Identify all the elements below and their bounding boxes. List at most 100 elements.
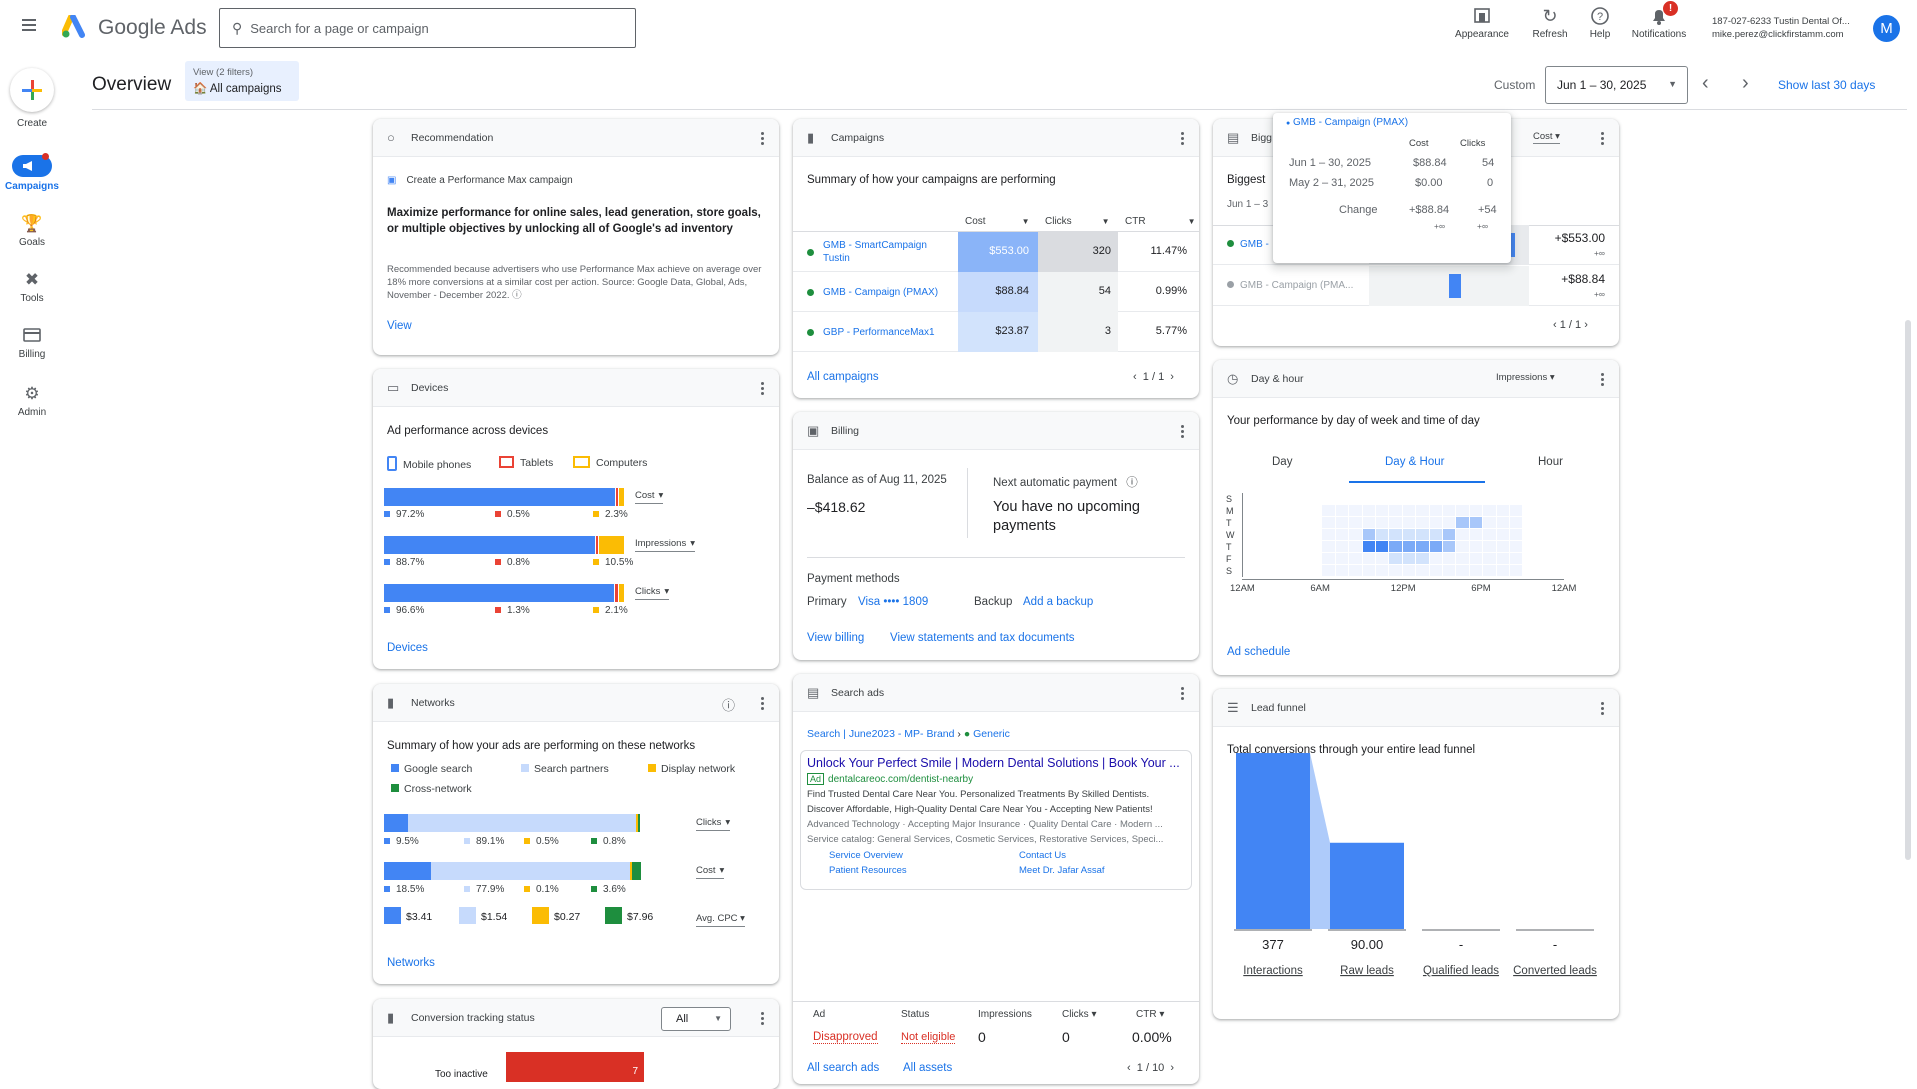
help-icon[interactable]: ⓘ [722, 695, 735, 714]
tab-day[interactable]: Day [1272, 456, 1292, 468]
more-options-icon[interactable] [1181, 423, 1185, 440]
all-search-ads-link[interactable]: All search ads [807, 1062, 879, 1074]
column-ctr[interactable]: CTR ▾ [1136, 1009, 1164, 1020]
view-value-text: All campaigns [209, 83, 282, 95]
table-row[interactable]: GMB - Campaign (PMAX) $88.84 54 0.99% [793, 272, 1199, 312]
show-last-30-days-link[interactable]: Show last 30 days [1778, 78, 1875, 92]
metric-dropdown[interactable]: Cost ▾ [635, 490, 664, 504]
biggest-pager[interactable]: ‹ 1 / 1 › [1553, 319, 1588, 331]
column-cost[interactable]: Cost ▼ [965, 216, 1029, 227]
campaign-name[interactable]: GBP - PerformanceMax1 [807, 316, 947, 348]
next-period-icon[interactable]: › [1742, 72, 1749, 95]
tab-hour[interactable]: Hour [1538, 456, 1563, 468]
view-recommendation-link[interactable]: View [387, 320, 412, 332]
more-options-icon[interactable] [761, 695, 765, 712]
campaign-name[interactable]: GMB - Campaign (PMAX) [807, 276, 947, 308]
metric-dropdown[interactable]: Cost ▾ [1533, 131, 1560, 144]
more-options-icon[interactable] [761, 380, 765, 397]
sitelink[interactable]: Meet Dr. Jafar Assaf [1019, 865, 1105, 876]
more-options-icon[interactable] [1181, 685, 1185, 702]
create-button[interactable]: Create [0, 68, 64, 129]
column-ctr[interactable]: CTR ▼ [1125, 216, 1195, 227]
search-input[interactable]: ⚲ Search for a page or campaign [219, 8, 636, 48]
ad-preview[interactable]: Unlock Your Perfect Smile | Modern Denta… [800, 750, 1192, 890]
heatmap-cell [1456, 529, 1469, 540]
account-name[interactable]: 187-027-6233 Tustin Dental Of... [1712, 16, 1850, 27]
heatmap-cell [1402, 565, 1416, 576]
add-backup-link[interactable]: Add a backup [1023, 596, 1093, 608]
nav-tools[interactable]: ✖ Tools [0, 270, 64, 304]
menu-icon[interactable] [22, 19, 36, 31]
table-row[interactable]: GMB - SmartCampaign Tustin $553.00 320 11.4… [793, 232, 1199, 272]
avg-cpc-dropdown[interactable]: Avg. CPC ▾ [696, 913, 745, 927]
day-label: T [1226, 518, 1232, 528]
statements-link[interactable]: View statements and tax documents [890, 632, 1075, 644]
devices-icon: ▭ [387, 379, 400, 395]
date-range-select[interactable]: Jun 1 – 30, 2025 ▼ [1545, 66, 1688, 104]
ad-schedule-link[interactable]: Ad schedule [1227, 646, 1290, 658]
campaign-name-label: GMB - SmartCampaign Tustin [823, 240, 927, 264]
networks-link[interactable]: Networks [387, 957, 435, 969]
sitelink[interactable]: Service Overview [829, 850, 903, 861]
sitelink[interactable]: Patient Resources [829, 865, 907, 876]
ad-badge: Ad [807, 773, 825, 785]
metric-dropdown[interactable]: Impressions ▾ [635, 538, 695, 552]
appearance-button[interactable]: Appearance [1452, 6, 1512, 40]
ad-status-badge[interactable]: Disapproved [813, 1031, 878, 1044]
caret-down-icon: ▼ [714, 1014, 722, 1023]
row-name-label: GMB - [1240, 239, 1269, 250]
devices-link[interactable]: Devices [387, 642, 428, 654]
more-options-icon[interactable] [761, 130, 765, 147]
nav-billing[interactable]: Billing [0, 327, 64, 360]
heatmap-cell [1510, 505, 1523, 516]
eligibility-status[interactable]: Not eligible [901, 1031, 956, 1044]
metric-dropdown-label: Clicks [635, 586, 661, 597]
breadcrumb-adgroup[interactable]: Generic [973, 728, 1010, 740]
bar-value: 3.6% [591, 884, 626, 895]
column-clicks[interactable]: Clicks ▼ [1045, 216, 1110, 227]
all-campaigns-link[interactable]: All campaigns [807, 371, 879, 383]
metric-dropdown[interactable]: Clicks ▾ [696, 817, 731, 831]
metric-dropdown[interactable]: Clicks ▾ [635, 586, 670, 600]
bar-segment [596, 536, 598, 554]
page-scrollbar[interactable] [1905, 320, 1911, 860]
sitelink[interactable]: Contact Us [1019, 850, 1066, 861]
avatar[interactable]: M [1873, 15, 1900, 42]
status-filter-dropdown[interactable]: All ▼ [661, 1007, 731, 1031]
biggest-row[interactable]: GMB - Campaign (PMA... +$88.84 +∞ [1213, 266, 1619, 306]
metric-dropdown[interactable]: Impressions ▾ [1496, 372, 1555, 383]
heatmap-cell [1376, 553, 1389, 564]
help-icon[interactable]: ⓘ [512, 290, 522, 301]
nav-campaigns[interactable]: Campaigns [0, 153, 64, 192]
recommendation-item[interactable]: ▣ Create a Performance Max campaign [387, 175, 573, 186]
help-icon[interactable]: ⓘ [1126, 477, 1138, 489]
nav-admin[interactable]: ⚙ Admin [0, 384, 64, 418]
primary-card-link[interactable]: Visa •••• 1809 [858, 596, 928, 608]
table-row[interactable]: GBP - PerformanceMax1 $23.87 3 5.77% [793, 312, 1199, 352]
help-button[interactable]: ? Help [1570, 6, 1630, 40]
search-ads-pager[interactable]: ‹ 1 / 10 › [1127, 1062, 1174, 1074]
heatmap-cell [1496, 565, 1509, 576]
account-email[interactable]: mike.perez@clickfirstamm.com [1712, 29, 1844, 40]
tab-day-hour[interactable]: Day & Hour [1385, 456, 1444, 468]
heatmap-cell [1335, 541, 1349, 552]
notifications-button[interactable]: ! Notifications [1622, 1, 1696, 40]
more-options-icon[interactable] [1601, 130, 1605, 147]
more-options-icon[interactable] [761, 1010, 765, 1027]
more-options-icon[interactable] [1181, 130, 1185, 147]
more-options-icon[interactable] [1601, 371, 1605, 388]
campaign-name[interactable]: GMB - SmartCampaign Tustin [807, 236, 947, 268]
breadcrumb-campaign[interactable]: Search | June2023 - MP- Brand [807, 728, 954, 740]
column-clicks[interactable]: Clicks ▾ [1062, 1009, 1096, 1020]
campaigns-pager[interactable]: ‹ 1 / 1 › [1133, 371, 1174, 383]
view-billing-link[interactable]: View billing [807, 632, 864, 644]
ad-headline[interactable]: Unlock Your Perfect Smile | Modern Denta… [807, 756, 1185, 770]
view-filter-button[interactable]: View (2 filters) 🏠 All campaigns [185, 61, 299, 101]
nav-goals[interactable]: 🏆 Goals [0, 214, 64, 248]
recommendation-item-label: Create a Performance Max campaign [406, 175, 573, 186]
metric-dropdown[interactable]: Cost ▾ [696, 865, 725, 879]
all-assets-link[interactable]: All assets [903, 1062, 952, 1074]
bar-value: 10.5% [593, 557, 633, 568]
prev-period-icon[interactable]: ‹ [1702, 72, 1709, 95]
heatmap-cell [1402, 541, 1416, 552]
